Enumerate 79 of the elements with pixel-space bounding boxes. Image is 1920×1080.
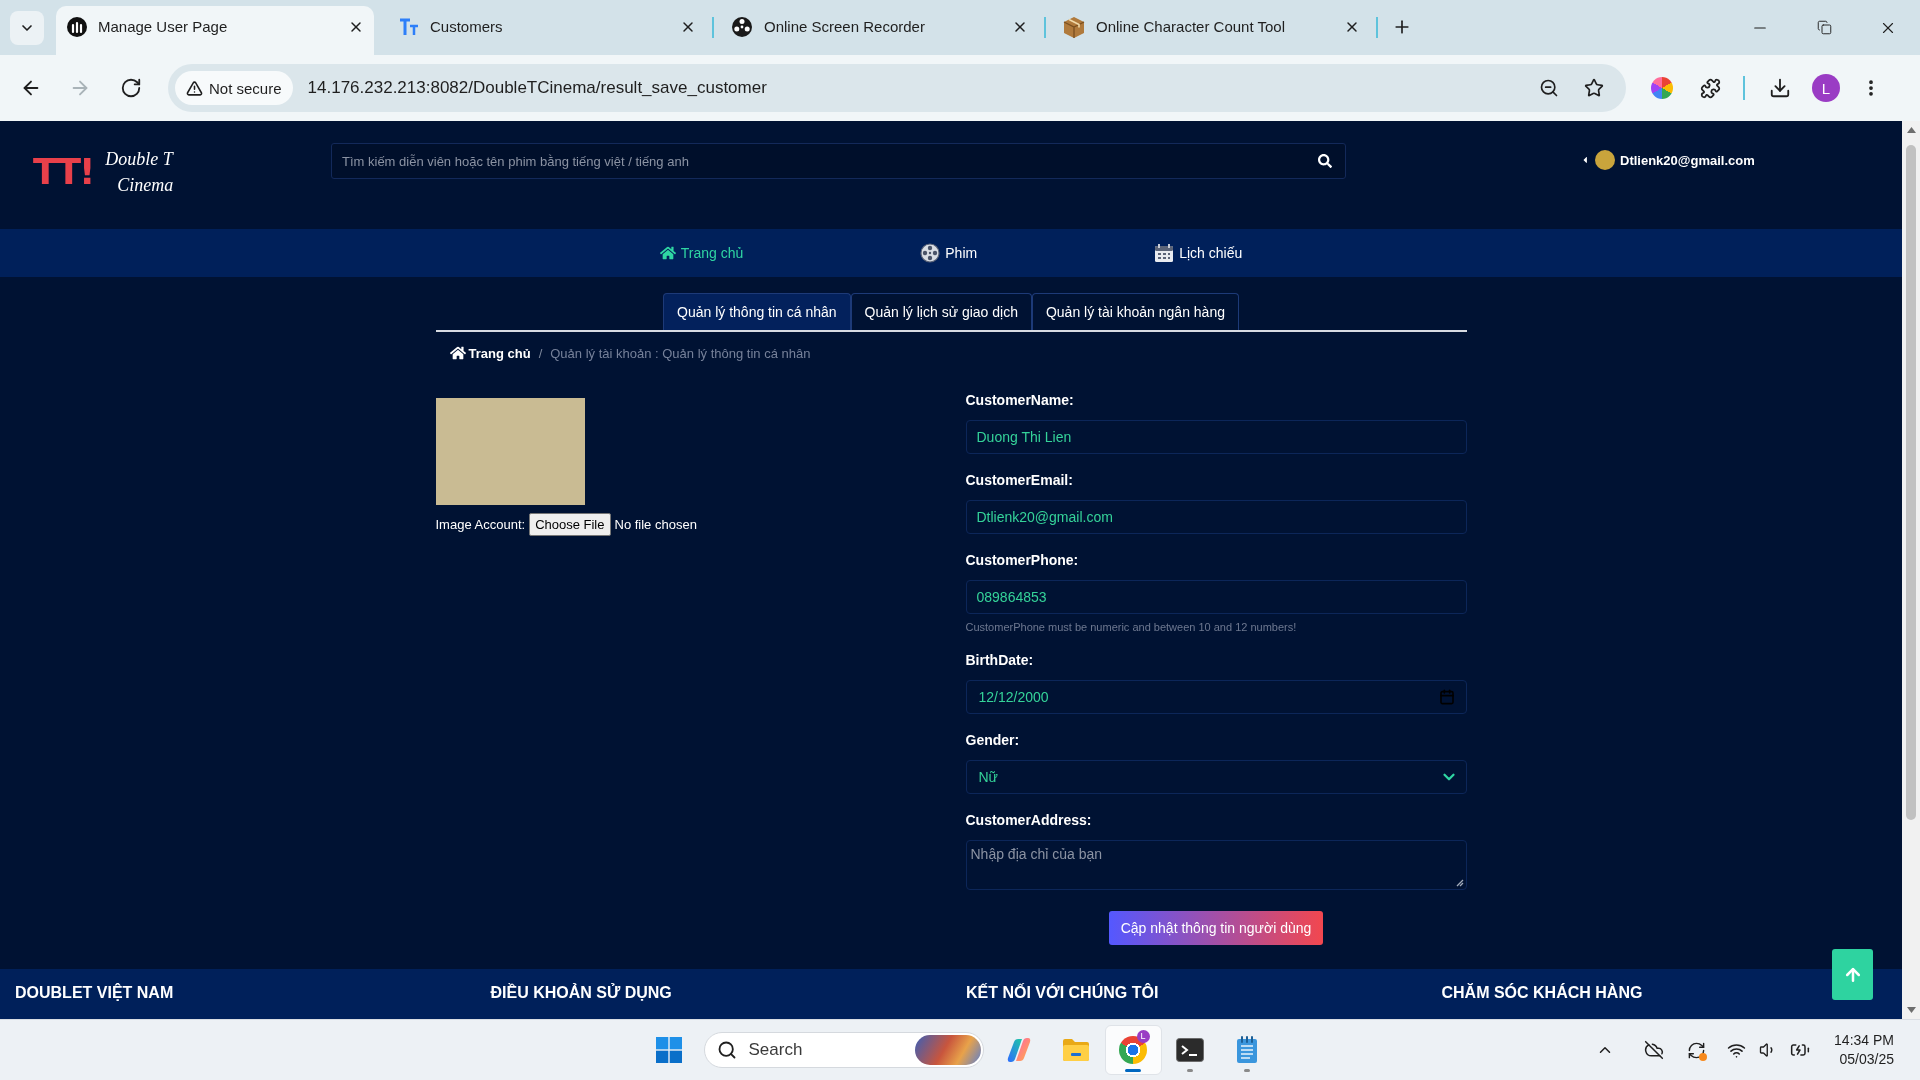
- star-icon[interactable]: [1584, 78, 1604, 98]
- url-text: 14.176.232.213:8082/DoubleTCinema/result_save_customer: [307, 78, 767, 98]
- field-label: CustomerPhone:: [965, 551, 1080, 570]
- home-link[interactable]: Trang chủ: [449, 345, 531, 361]
- house-icon: [449, 345, 466, 361]
- breadcrumb-current: Quản lý tài khoản : Quản lý thông tin cá nhân: [550, 345, 811, 361]
- clock-time[interactable]: 14:34 PM: [1834, 1031, 1894, 1050]
- box-icon: [1063, 15, 1085, 38]
- search-field[interactable]: Tìm kiếm diễn viên hoặc tên phim bằng tiếng việt / tiếng anh: [331, 143, 1346, 179]
- color-wheel-icon[interactable]: [1651, 77, 1673, 99]
- terminal-icon: [1176, 1038, 1204, 1062]
- arrow-up-icon[interactable]: [1906, 127, 1916, 133]
- account-tab[interactable]: Quản lý thông tin cá nhân: [663, 293, 851, 330]
- browser-tab[interactable]: Manage User Page: [56, 6, 374, 55]
- date-field[interactable]: 12/12/2000: [965, 680, 1467, 714]
- account-tab[interactable]: Quản lý lịch sử giao dịch: [850, 293, 1032, 330]
- image-label: Image Account:: [435, 517, 526, 532]
- address-bar[interactable]: Not secure 14.176.232.213:8082/DoubleTCinema/result_save_customer: [168, 64, 1626, 112]
- puzzle-icon[interactable]: [1699, 77, 1721, 99]
- reload-icon[interactable]: [120, 77, 142, 99]
- arrow-down-icon[interactable]: [1906, 1007, 1916, 1013]
- folder-icon: [1062, 1038, 1090, 1062]
- calendar-icon: [1154, 243, 1175, 263]
- browser-tab[interactable]: Online Screen Recorder: [720, 6, 1038, 55]
- warning-icon: [186, 79, 203, 97]
- restore-icon[interactable]: [1816, 20, 1832, 35]
- cloud-off-icon[interactable]: [1644, 1040, 1665, 1060]
- field-label: CustomerEmail:: [965, 471, 1074, 490]
- search-icon[interactable]: [1318, 154, 1332, 168]
- footer-heading: ĐIỀU KHOẢN SỬ DỤNG: [490, 984, 672, 1001]
- profile-badge: L: [1136, 1030, 1150, 1043]
- four-panes-icon[interactable]: [655, 1037, 682, 1063]
- avatar-photo: [1595, 150, 1615, 170]
- text-size-icon: [399, 17, 419, 36]
- resize-grip-icon: [1455, 879, 1464, 887]
- round-logo-icon: [67, 16, 87, 37]
- text-field[interactable]: 089864853: [965, 580, 1467, 614]
- sync-icon[interactable]: [1686, 1040, 1706, 1060]
- update-button[interactable]: Cập nhật thông tin người dùng: [1108, 911, 1324, 945]
- nav-link[interactable]: Lịch chiếu: [1154, 243, 1243, 263]
- notepad-icon: [1236, 1036, 1258, 1064]
- user-email[interactable]: Dtlienk20@gmail.com: [1620, 152, 1755, 168]
- nav-link[interactable]: Trang chủ: [659, 245, 744, 261]
- logo-text: Double T: [105, 147, 174, 170]
- account-tab[interactable]: Quản lý tài khoản ngân hàng: [1031, 293, 1239, 330]
- browser-tab[interactable]: Customers: [388, 6, 706, 55]
- ribbon-logo-icon: [1005, 1037, 1033, 1063]
- logo-text: Cinema: [116, 173, 174, 196]
- film-reel-icon: [920, 243, 941, 263]
- text-field[interactable]: Dtlienk20@gmail.com: [965, 500, 1467, 534]
- field-label: CustomerAddress:: [965, 811, 1093, 830]
- taskbar-button[interactable]: L: [1104, 1025, 1162, 1075]
- hint-text: CustomerPhone must be numeric and between 10 and 12 numbers!: [965, 620, 1298, 634]
- download-icon[interactable]: [1769, 77, 1791, 99]
- footer-heading: KẾT NỐI VỚI CHÚNG TÔI: [966, 984, 1159, 1001]
- file-status: No file chosen: [614, 517, 697, 532]
- footer-heading: DOUBLET VIỆT NAM: [15, 984, 174, 1001]
- clock-date[interactable]: 05/03/25: [1839, 1050, 1894, 1069]
- field-label: CustomerName:: [965, 391, 1075, 410]
- scrollbar-thumb[interactable]: [1906, 145, 1916, 820]
- field-label: Gender:: [965, 731, 1021, 750]
- search-icon: [716, 1040, 737, 1060]
- text-field[interactable]: Duong Thi Lien: [965, 420, 1467, 454]
- house-icon: [659, 245, 676, 261]
- profile-avatar[interactable]: L: [1812, 74, 1840, 102]
- breadcrumb-separator: /: [538, 345, 543, 361]
- field-label: BirthDate:: [965, 651, 1035, 670]
- reel-icon: [731, 15, 753, 38]
- nav-link[interactable]: Phim: [920, 243, 978, 263]
- zoom-out-icon[interactable]: [1539, 78, 1559, 98]
- choose-file-button[interactable]: Choose File: [529, 513, 611, 536]
- logo-mark: TT!: [33, 153, 94, 190]
- tab-list-button[interactable]: [10, 10, 44, 45]
- security-chip[interactable]: Not secure: [175, 71, 293, 105]
- textarea-field[interactable]: Nhập địa chỉ của bạn: [965, 840, 1467, 890]
- footer-heading: CHĂM SÓC KHÁCH HÀNG: [1441, 984, 1643, 1001]
- select-field[interactable]: Nữ: [965, 760, 1467, 794]
- image-placeholder: [914, 1035, 981, 1065]
- browser-tab[interactable]: Online Character Count Tool: [1052, 6, 1370, 55]
